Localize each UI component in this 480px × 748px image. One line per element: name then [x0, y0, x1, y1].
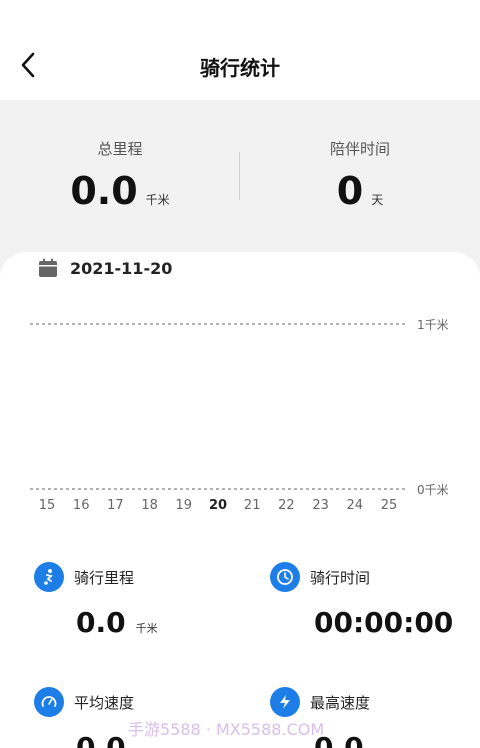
- companion-time-unit: 天: [371, 193, 384, 207]
- ride-icon: [34, 562, 64, 592]
- header-bar: 骑行统计: [0, 0, 480, 100]
- total-distance-label: 总里程: [97, 140, 143, 158]
- summary-panel: 总里程 0.0 千米 陪伴时间 0 天: [0, 100, 480, 252]
- chart-x-tick-label[interactable]: 21: [244, 498, 261, 513]
- chart-x-tick-label[interactable]: 15: [39, 498, 56, 513]
- companion-time-label: 陪伴时间: [329, 140, 390, 158]
- chart-x-tick-label[interactable]: 20: [209, 498, 227, 513]
- daily-distance-chart: 1千米 0千米 15 16 17 18 19 20 21 22 23 24 25: [30, 318, 449, 513]
- chart-x-tick-label[interactable]: 23: [312, 498, 329, 513]
- date-label: 2021-11-20: [70, 258, 173, 278]
- stat-label: 平均速度: [74, 693, 135, 712]
- calendar-icon: [39, 258, 57, 277]
- chart-x-tick-label[interactable]: 16: [73, 498, 90, 513]
- companion-time: 陪伴时间 0 天: [240, 138, 480, 211]
- chart-x-tick-label[interactable]: 22: [278, 498, 295, 513]
- speedometer-icon: [34, 687, 64, 717]
- watermark: 手游5588 · MX5588.COM: [128, 720, 325, 739]
- date-picker[interactable]: 2021-11-20: [38, 258, 172, 278]
- chart-x-tick-label[interactable]: 19: [176, 498, 193, 513]
- stat-value: 0.0: [76, 606, 126, 639]
- stat-label: 最高速度: [310, 693, 371, 712]
- page-title: 骑行统计: [200, 56, 280, 80]
- chart-x-tick-label[interactable]: 25: [381, 498, 398, 513]
- chart-gridline-label: 0千米: [417, 483, 449, 497]
- total-distance-value: 0.0: [70, 169, 138, 213]
- chart-gridline-label: 1千米: [417, 318, 449, 332]
- chart-x-tick-label[interactable]: 24: [347, 498, 364, 513]
- stat-value: 00:00:00: [314, 606, 454, 639]
- stat-ride-time: 骑行时间 00:00:00: [270, 562, 453, 638]
- total-distance-unit: 千米: [145, 193, 170, 207]
- stat-label: 骑行里程: [74, 568, 135, 587]
- stat-value: 0.0: [76, 731, 126, 748]
- stat-label: 骑行时间: [310, 568, 371, 587]
- lightning-icon: [270, 687, 300, 717]
- chart-x-tick-label[interactable]: 18: [141, 498, 158, 513]
- stat-unit: 千米: [135, 622, 158, 635]
- companion-time-value: 0: [336, 169, 364, 213]
- stat-ride-distance: 骑行里程 0.0 千米: [34, 562, 158, 638]
- clock-icon: [270, 562, 300, 592]
- total-distance: 总里程 0.0 千米: [0, 138, 240, 211]
- stat-average-speed: 平均速度 0.0: [34, 687, 134, 748]
- chart-x-tick-label[interactable]: 17: [107, 498, 124, 513]
